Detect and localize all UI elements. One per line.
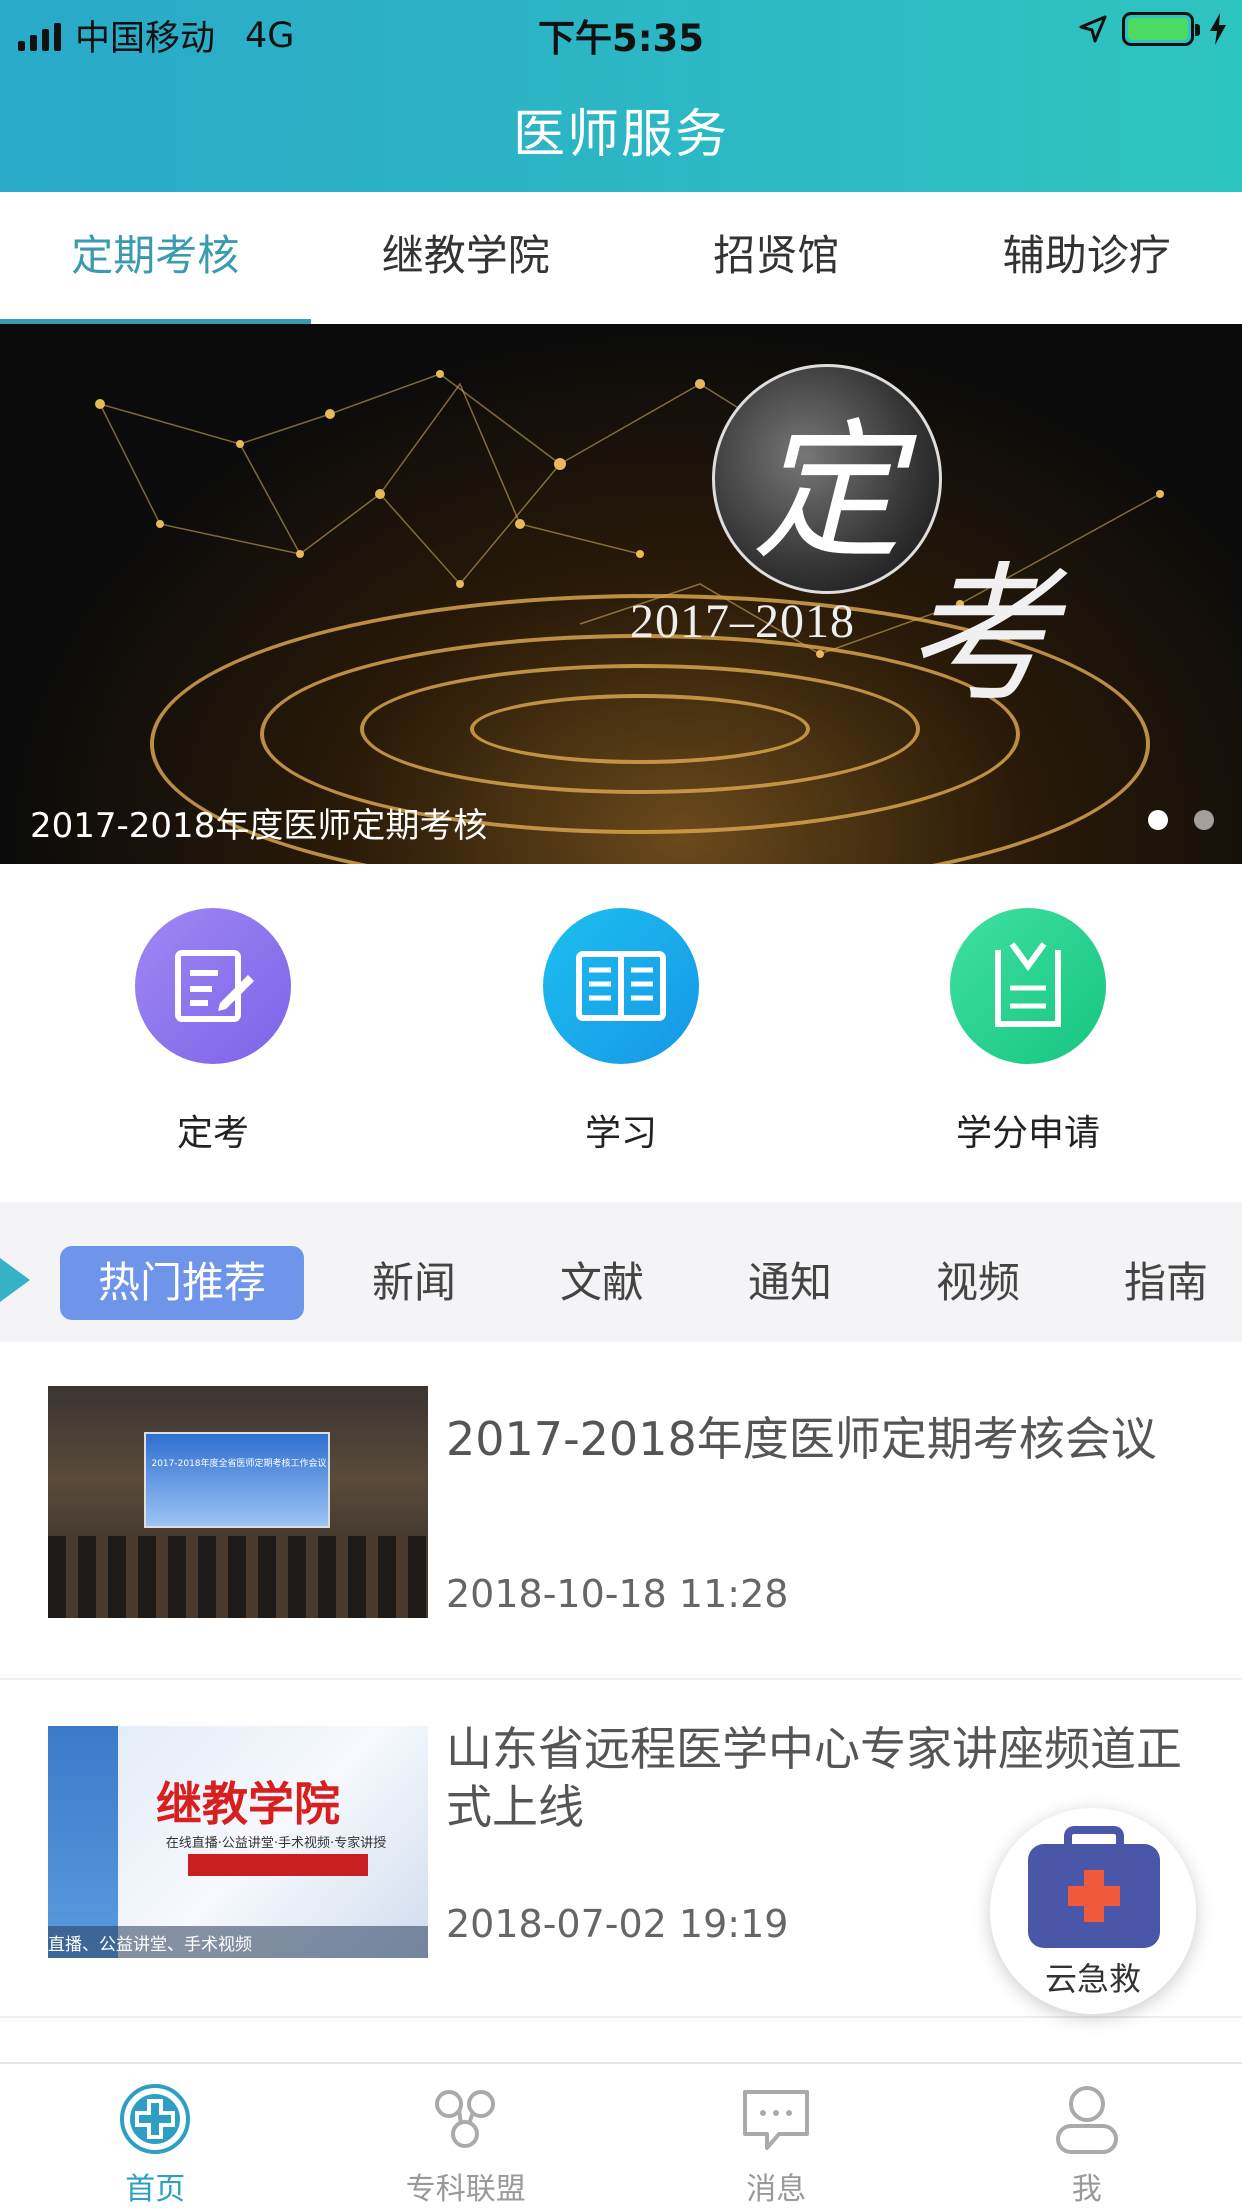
quick-action-exam[interactable]: 定考 bbox=[93, 908, 333, 1156]
news-title: 2017-2018年度医师定期考核会议 bbox=[446, 1412, 1157, 1466]
network-nodes-icon bbox=[434, 2090, 495, 2148]
quick-action-study[interactable]: 学习 bbox=[501, 908, 741, 1156]
banner-badge-char: 定 bbox=[751, 405, 902, 580]
thumbnail-doctor bbox=[48, 1726, 118, 1958]
tabbar-messages[interactable]: 消息 bbox=[621, 2064, 932, 2208]
home-cross-icon bbox=[120, 2084, 191, 2154]
thumbnail-screen-text: 2017-2018年度全省医师定期考核工作会议 bbox=[151, 1459, 327, 1469]
thumbnail-title: 继教学院 bbox=[156, 1777, 340, 1831]
quick-actions: 定考 学习 学分申请 bbox=[0, 864, 1242, 1202]
location-arrow-icon bbox=[1079, 15, 1107, 43]
category-bar: 热门推荐 新闻 文献 通知 视频 指南 bbox=[0, 1202, 1242, 1342]
banner-dot-1[interactable] bbox=[1148, 810, 1168, 830]
scroll-left-arrow-icon[interactable] bbox=[0, 1258, 30, 1302]
tabbar-label: 我 bbox=[1071, 2172, 1102, 2207]
open-book-icon bbox=[543, 908, 699, 1064]
promo-banner[interactable]: 定 考 2017–2018 2017-2018年度医师定期考核 bbox=[0, 324, 1242, 864]
charging-bolt-icon bbox=[1210, 13, 1226, 45]
user-icon bbox=[1055, 2086, 1118, 2154]
category-news[interactable]: 新闻 bbox=[354, 1246, 474, 1320]
tabbar-home[interactable]: 首页 bbox=[0, 2064, 311, 2208]
thumbnail-red-strip bbox=[188, 1854, 368, 1876]
medical-kit-icon bbox=[1028, 1826, 1160, 1948]
banner-second-char: 考 bbox=[905, 549, 1056, 723]
quick-action-label: 定考 bbox=[176, 1113, 249, 1154]
tabbar-me[interactable]: 我 bbox=[932, 2064, 1242, 2208]
app-header: 中国移动 4G 下午5:35 医师服务 bbox=[0, 0, 1242, 192]
checklist-icon bbox=[950, 908, 1106, 1064]
status-time: 下午5:35 bbox=[537, 17, 705, 60]
category-video[interactable]: 视频 bbox=[918, 1246, 1038, 1320]
thumbnail-footer-text: 直播、公益讲堂、手术视频 bbox=[48, 1935, 252, 1955]
tabbar-specialty-alliance[interactable]: 专科联盟 bbox=[311, 2064, 622, 2208]
news-thumbnail: 继教学院 在线直播·公益讲堂·手术视频·专家讲授 直播、公益讲堂、手术视频 bbox=[48, 1726, 428, 1958]
battery-icon bbox=[1122, 12, 1200, 46]
news-date: 2018-10-18 11:28 bbox=[446, 1572, 789, 1616]
status-bar: 中国移动 4G 下午5:35 bbox=[0, 0, 1242, 62]
banner-ring-core bbox=[470, 694, 810, 764]
category-hot[interactable]: 热门推荐 bbox=[60, 1246, 304, 1320]
category-literature[interactable]: 文献 bbox=[542, 1246, 662, 1320]
banner-year: 2017–2018 bbox=[630, 595, 855, 648]
tab-continuing-education[interactable]: 继教学院 bbox=[311, 192, 622, 324]
status-right bbox=[1078, 12, 1228, 46]
quick-action-credit-application[interactable]: 学分申请 bbox=[908, 908, 1148, 1156]
news-date: 2018-07-02 19:19 bbox=[446, 1902, 789, 1946]
banner-caption: 2017-2018年度医师定期考核 bbox=[30, 806, 488, 846]
category-guide[interactable]: 指南 bbox=[1106, 1246, 1226, 1320]
quick-action-label: 学习 bbox=[584, 1113, 657, 1154]
news-thumbnail: 2017-2018年度全省医师定期考核工作会议 bbox=[48, 1386, 428, 1618]
thumbnail-screen: 2017-2018年度全省医师定期考核工作会议 bbox=[144, 1432, 330, 1528]
tabbar-label: 专科联盟 bbox=[405, 2172, 526, 2207]
category-notice[interactable]: 通知 bbox=[730, 1246, 850, 1320]
tab-assisted-diagnosis[interactable]: 辅助诊疗 bbox=[932, 192, 1242, 324]
tabbar-label: 首页 bbox=[125, 2172, 186, 2207]
thumbnail-audience bbox=[48, 1536, 428, 1618]
fab-label: 云急救 bbox=[1044, 1960, 1141, 1998]
bottom-tab-bar: 首页 专科联盟 消息 我 bbox=[0, 2062, 1242, 2208]
cloud-emergency-button[interactable]: 云急救 bbox=[990, 1808, 1196, 2014]
tabbar-label: 消息 bbox=[746, 2172, 807, 2207]
tab-periodic-assessment[interactable]: 定期考核 bbox=[0, 192, 311, 324]
message-bubble-icon bbox=[743, 2090, 810, 2150]
tab-recruitment[interactable]: 招贤馆 bbox=[621, 192, 932, 324]
edit-document-icon bbox=[135, 908, 291, 1064]
thumbnail-subtitle: 在线直播·公益讲堂·手术视频·专家讲授 bbox=[165, 1836, 387, 1851]
banner-pagination[interactable] bbox=[1148, 810, 1214, 830]
top-tab-bar: 定期考核 继教学院 招贤馆 辅助诊疗 bbox=[0, 192, 1242, 324]
quick-action-label: 学分申请 bbox=[955, 1113, 1100, 1154]
page-title: 医师服务 bbox=[512, 105, 729, 165]
banner-dot-2[interactable] bbox=[1194, 810, 1214, 830]
news-item[interactable]: 2017-2018年度全省医师定期考核工作会议 2017-2018年度医师定期考… bbox=[0, 1342, 1242, 1680]
